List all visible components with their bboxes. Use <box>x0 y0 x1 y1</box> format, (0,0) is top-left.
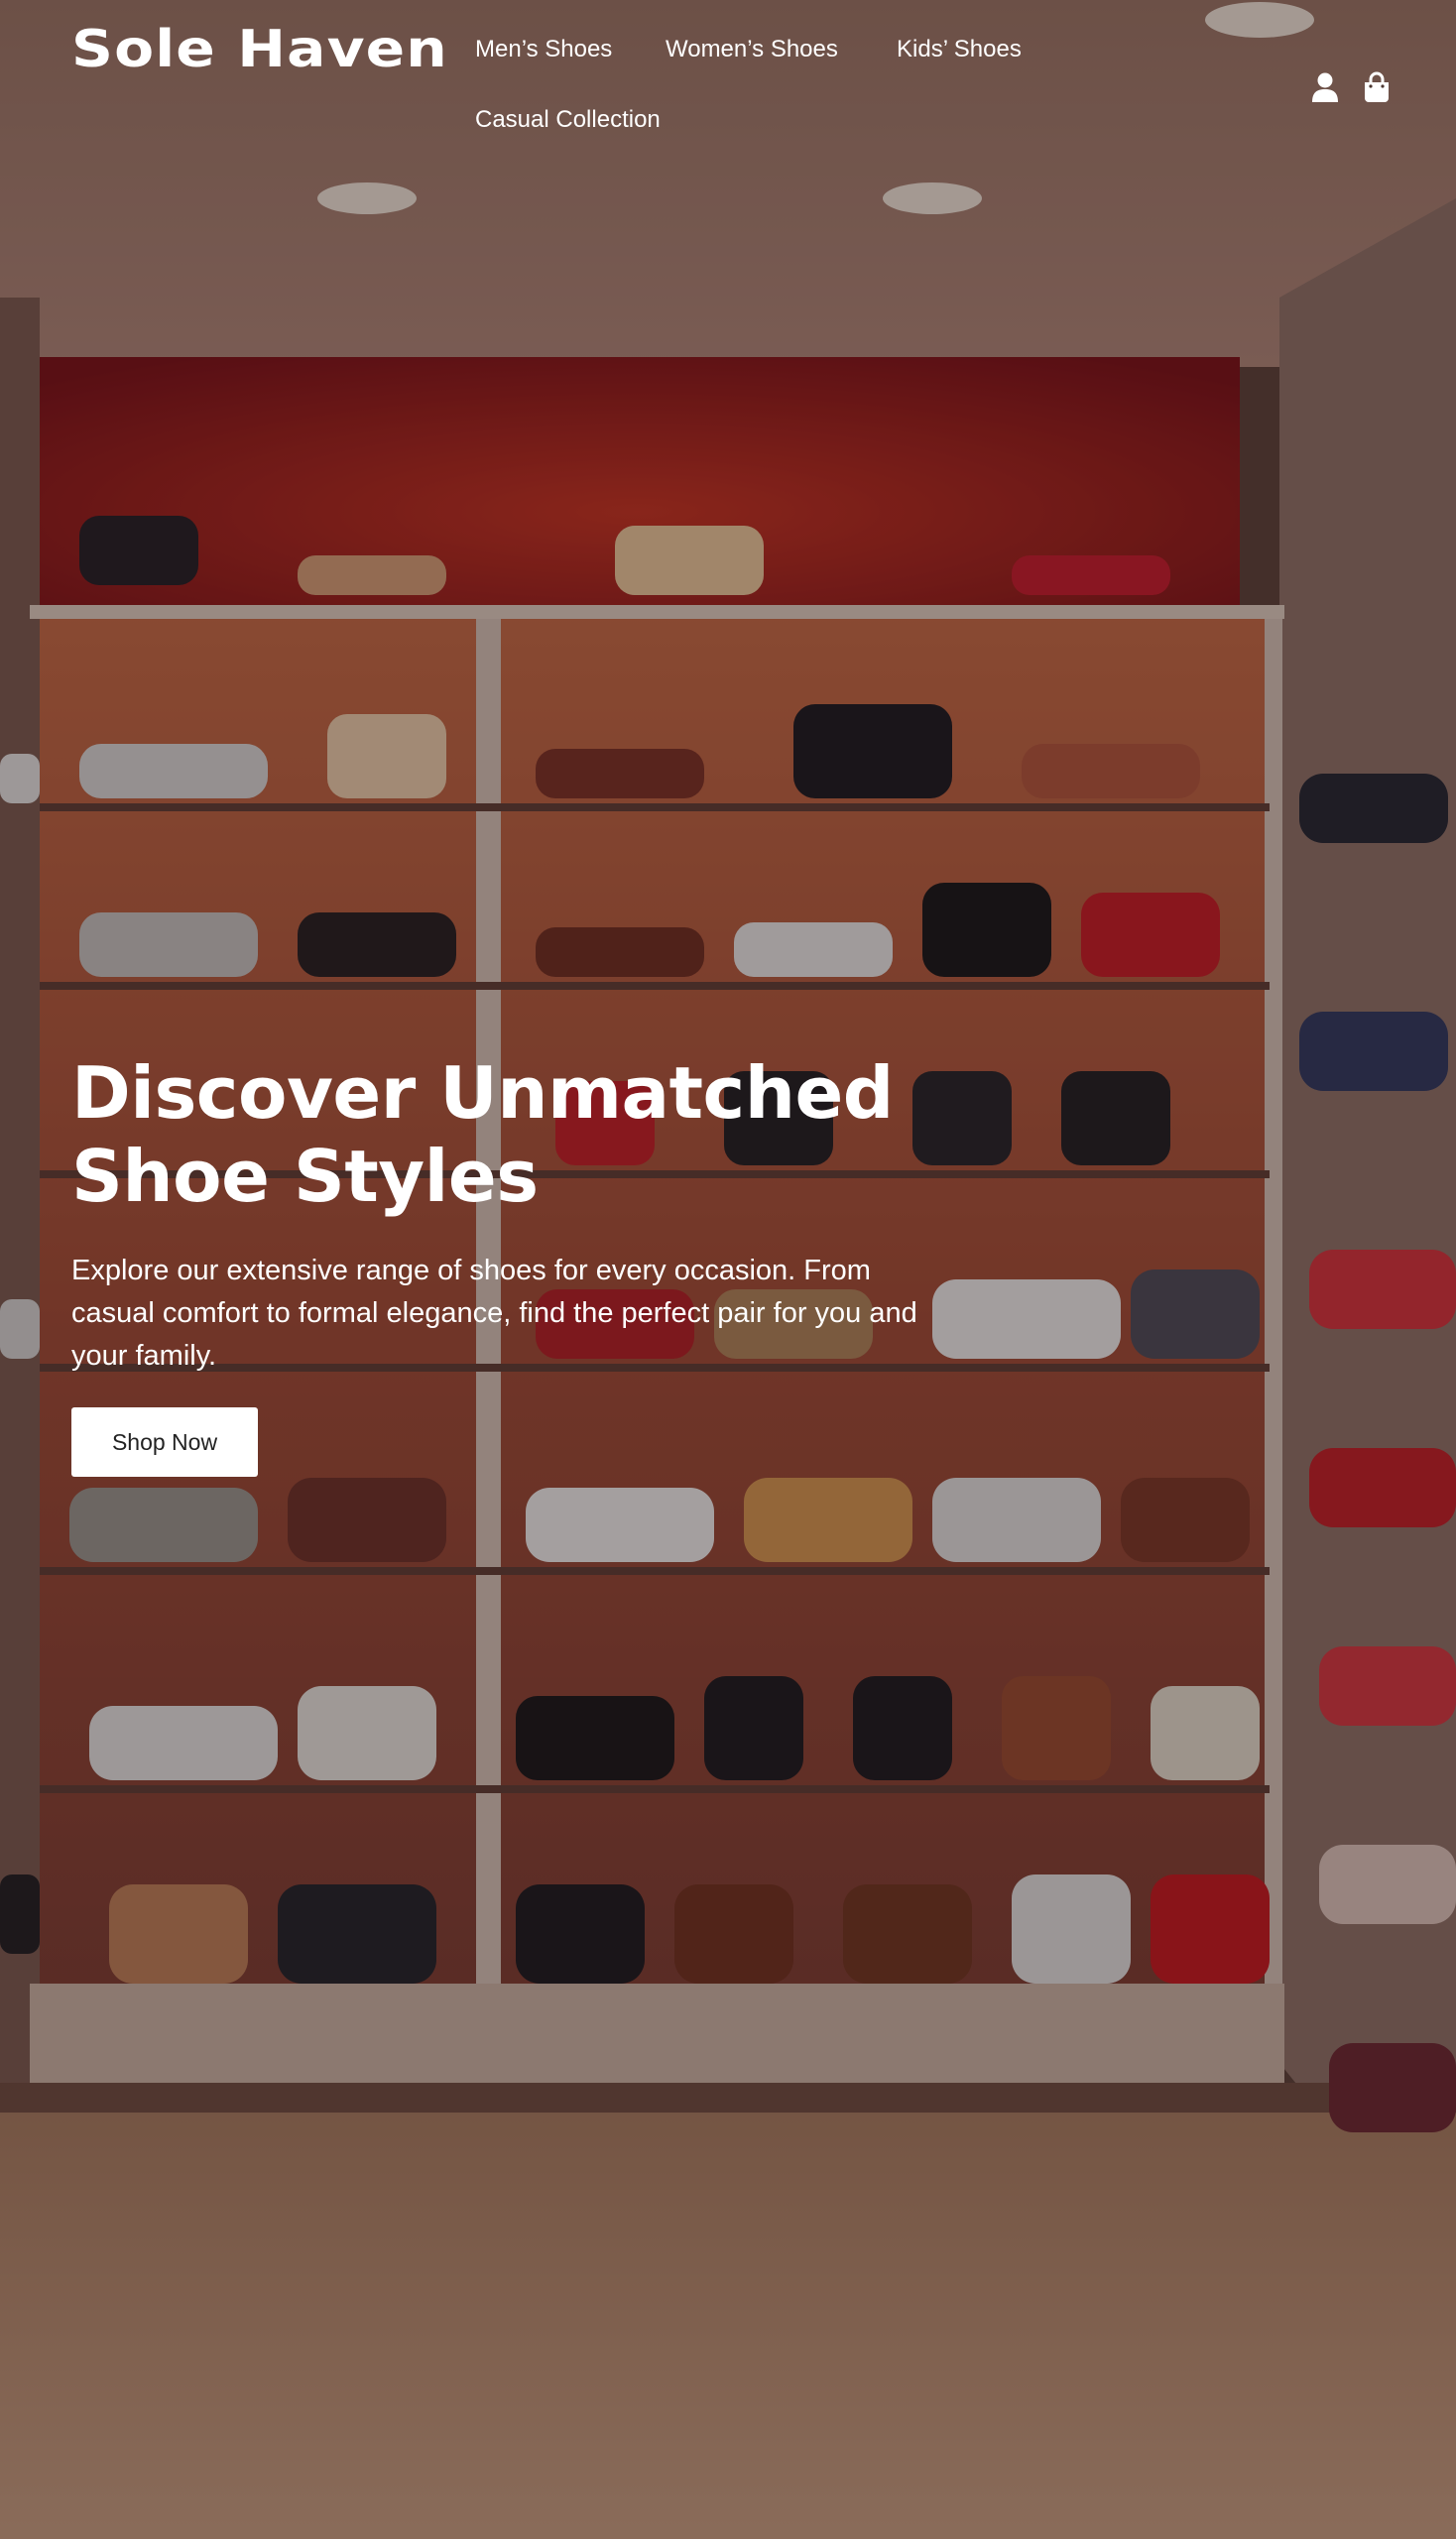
hero-title: Discover Unmatched Shoe Styles <box>71 1051 964 1218</box>
hero-title-line-1: Discover Unmatched <box>71 1051 894 1135</box>
nav-link-kids-shoes[interactable]: Kids’ Shoes <box>897 36 1022 63</box>
nav-link-womens-shoes[interactable]: Women’s Shoes <box>666 36 838 63</box>
user-icon[interactable] <box>1309 71 1341 103</box>
hero-title-line-2: Shoe Styles <box>71 1135 539 1218</box>
nav-link-mens-shoes[interactable]: Men’s Shoes <box>475 36 612 63</box>
nav-link-casual-collection[interactable]: Casual Collection <box>475 106 661 134</box>
site-header: Sole Haven Men’s Shoes Women’s Shoes Kid… <box>0 0 1456 159</box>
shop-now-button[interactable]: Shop Now <box>71 1407 258 1477</box>
hero-description: Explore our extensive range of shoes for… <box>71 1255 917 1372</box>
hero-section: Discover Unmatched Shoe Styles Explore o… <box>71 1051 964 1477</box>
brand-logo[interactable]: Sole Haven <box>71 20 448 79</box>
shopping-bag-icon[interactable] <box>1361 71 1393 103</box>
